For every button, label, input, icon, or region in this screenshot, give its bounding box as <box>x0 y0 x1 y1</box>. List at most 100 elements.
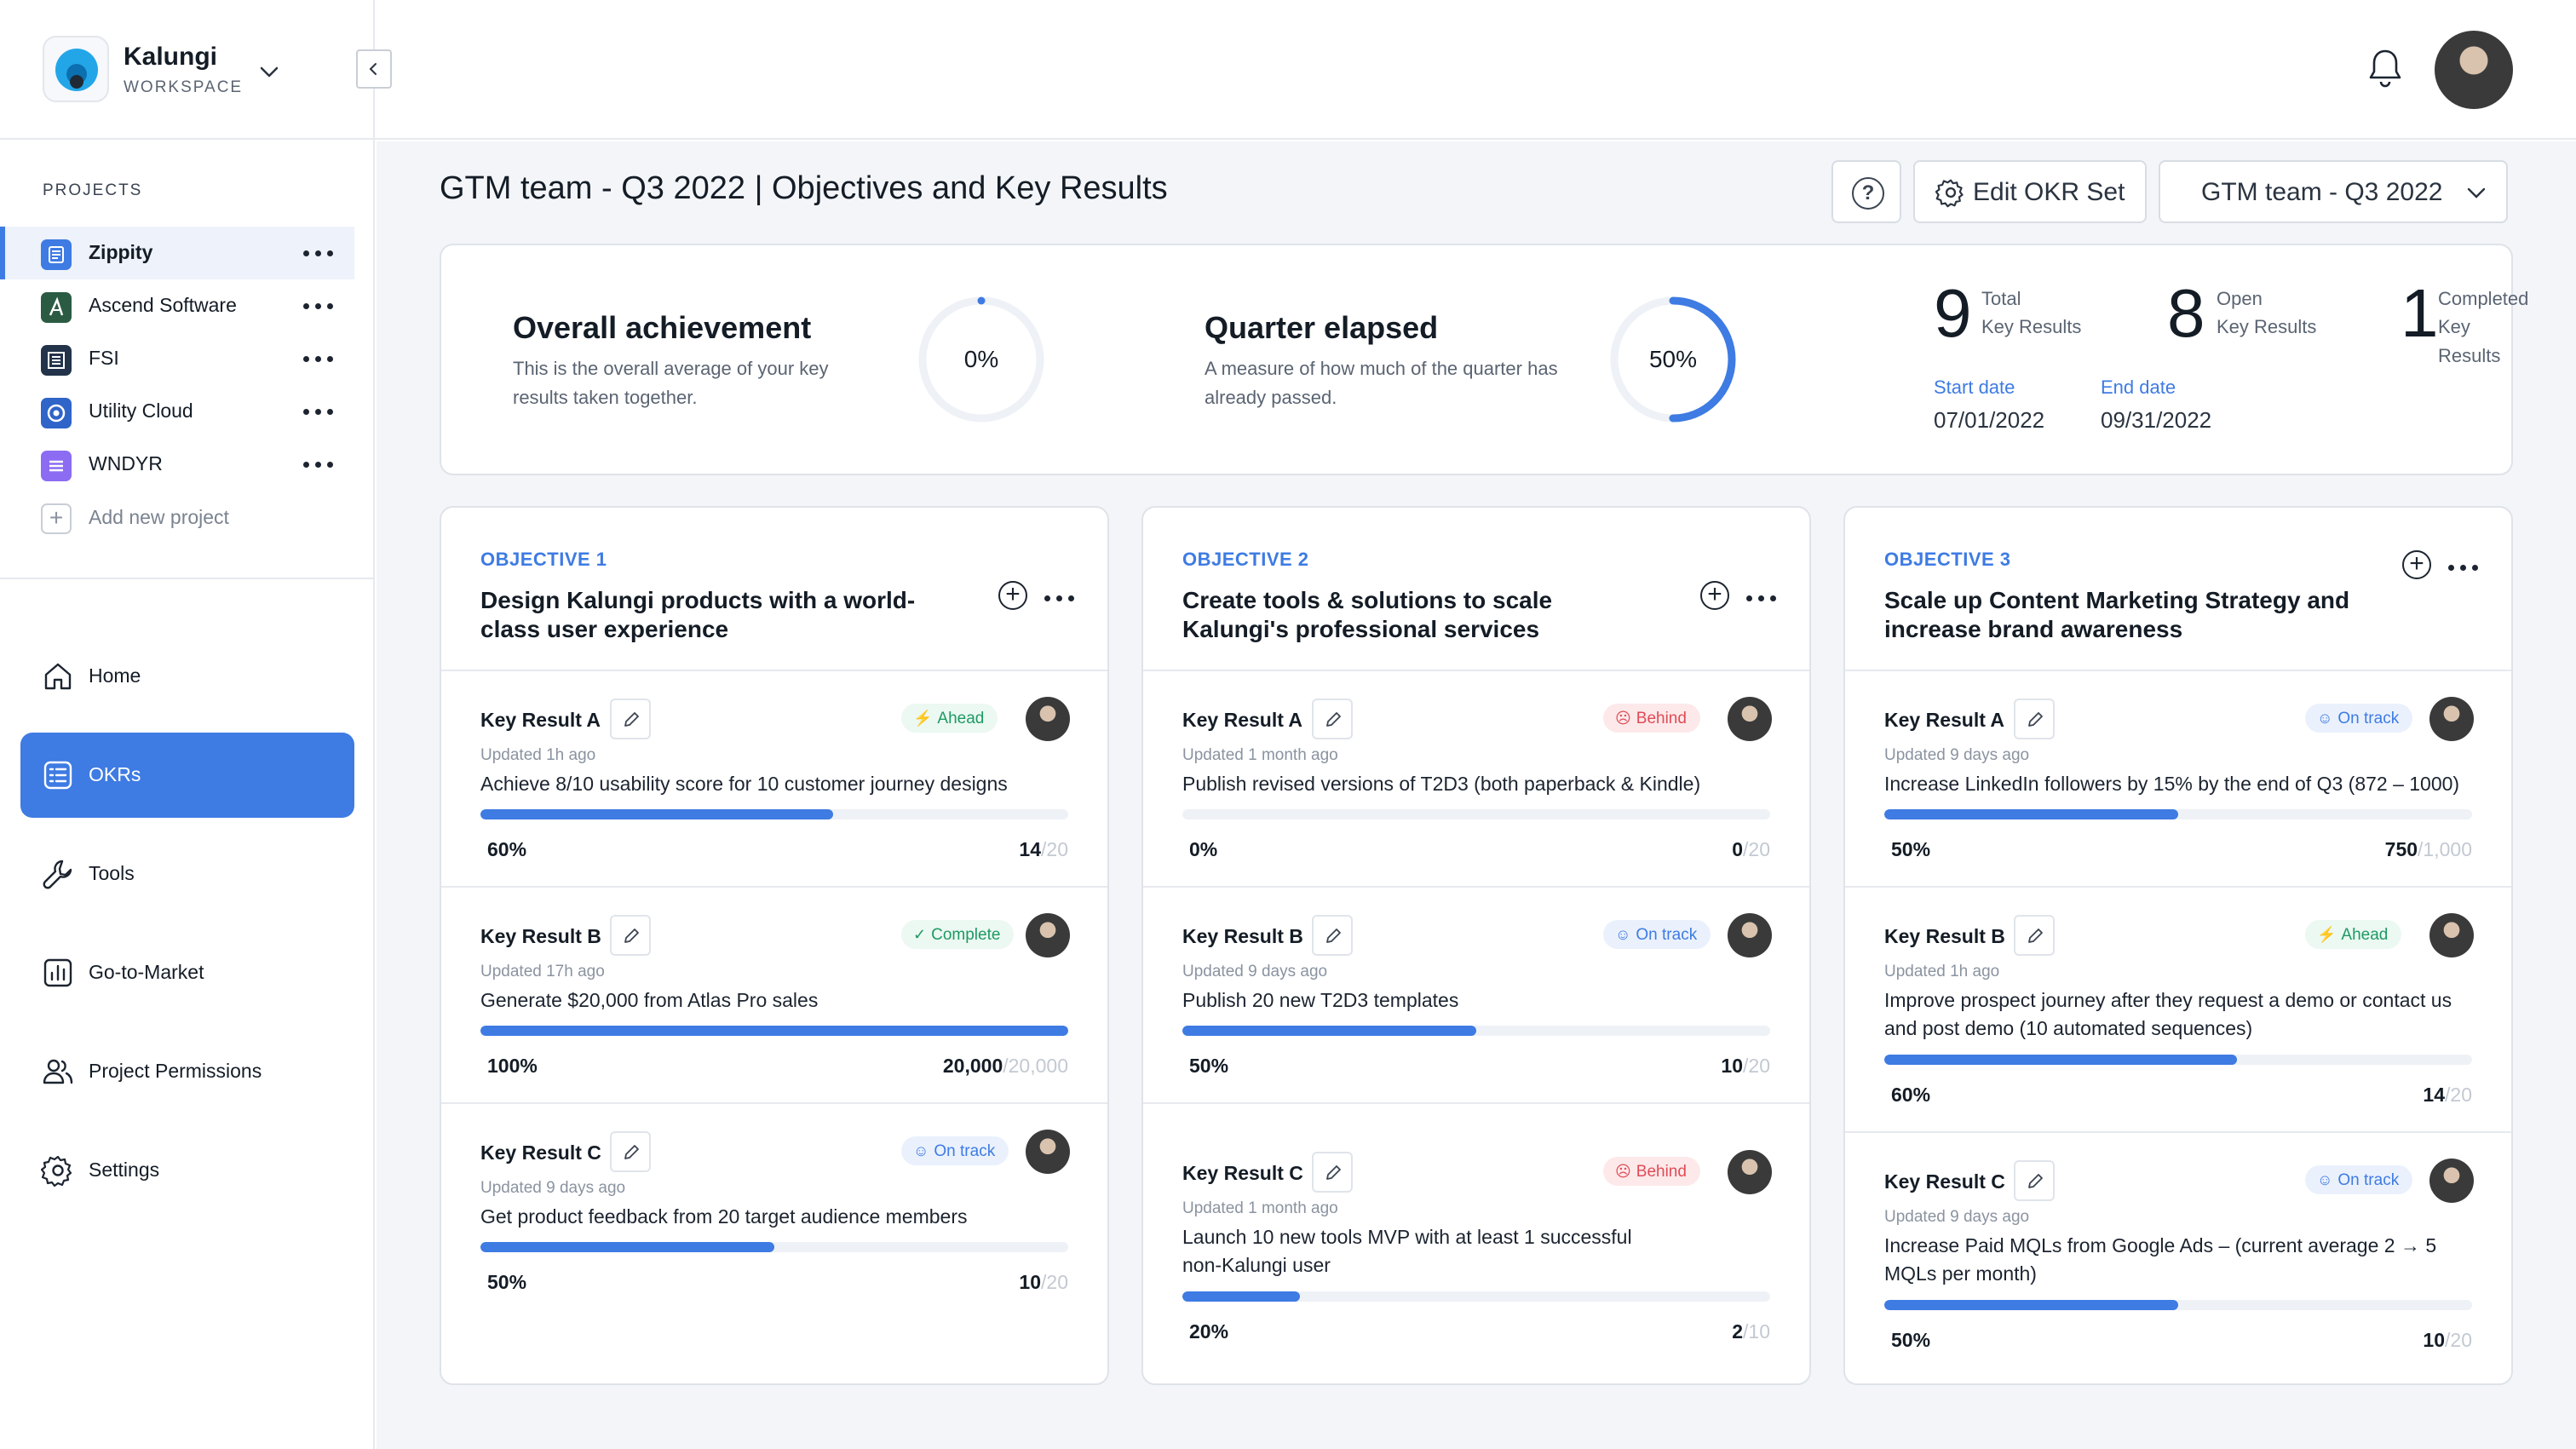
owner-avatar[interactable] <box>1728 697 1772 741</box>
project-item-zippity[interactable]: Zippity <box>0 227 354 279</box>
add-key-result-icon[interactable]: + <box>998 581 1027 610</box>
owner-avatar[interactable] <box>1026 913 1070 957</box>
key-result-desc: Get product feedback from 20 target audi… <box>480 1205 968 1228</box>
status-badge: ☺ On track <box>1603 920 1711 949</box>
key-result-desc: Increase LinkedIn followers by 15% by th… <box>1884 773 2460 795</box>
key-result-desc: Achieve 8/10 usability score for 10 cust… <box>480 773 1008 795</box>
objective-label: OBJECTIVE 1 <box>480 549 607 570</box>
key-result-row[interactable]: Key Result C ☺ On track Updated 9 days ag… <box>1845 1133 2511 1385</box>
edit-key-result-button[interactable] <box>610 915 651 956</box>
quarter-elapsed-title: Quarter elapsed <box>1205 310 1439 345</box>
key-result-updated: Updated 9 days ago <box>1884 746 2030 764</box>
owner-avatar[interactable] <box>2429 697 2474 741</box>
bell-icon[interactable] <box>2366 46 2404 90</box>
add-key-result-icon[interactable]: + <box>2402 550 2431 579</box>
owner-avatar[interactable] <box>1026 697 1070 741</box>
gear-icon <box>41 1155 72 1187</box>
smile-icon: ☺ <box>913 1142 929 1159</box>
okr-set-selector[interactable]: GTM team - Q3 2022 <box>2159 160 2508 223</box>
project-list: Zippity Ascend Software FSI Utility Clou… <box>0 227 375 543</box>
nav-item-project-permissions[interactable]: Project Permissions <box>20 1029 354 1114</box>
chevron-down-icon[interactable] <box>256 58 283 85</box>
edit-key-result-button[interactable] <box>1312 1152 1353 1193</box>
end-date-value: 09/31/2022 <box>2101 407 2212 433</box>
key-result-row[interactable]: Key Result B ⚡ Ahead Updated 1h ago Impro… <box>1845 888 2511 1130</box>
objective-label: OBJECTIVE 2 <box>1182 549 1309 570</box>
workspace-switcher[interactable]: Kalungi WORKSPACE <box>0 0 375 140</box>
pencil-icon <box>624 712 639 727</box>
collapse-sidebar-button[interactable] <box>356 49 392 89</box>
nav-label: Go-to-Market <box>89 961 204 983</box>
progress-percent: 60% <box>487 838 527 860</box>
owner-avatar[interactable] <box>2429 1159 2474 1203</box>
edit-okr-set-button[interactable]: Edit OKR Set <box>1913 160 2147 223</box>
owner-avatar[interactable] <box>1026 1130 1070 1174</box>
more-icon[interactable] <box>303 356 334 363</box>
progress-bar <box>480 809 1068 819</box>
nav-item-settings[interactable]: Settings <box>20 1128 354 1213</box>
project-label: WNDYR <box>89 452 163 474</box>
okr-summary-panel: Overall achievement This is the overall … <box>440 244 2528 475</box>
objective-label: OBJECTIVE 3 <box>1884 549 2011 570</box>
status-badge: ✓ Complete <box>901 920 1015 949</box>
more-icon[interactable] <box>303 303 334 310</box>
progress-bar <box>1884 809 2472 819</box>
elapsed-ring: 50% <box>1607 293 1739 426</box>
owner-avatar[interactable] <box>1728 1150 1772 1194</box>
frown-icon: ☹ <box>1615 710 1631 727</box>
nav-item-home[interactable]: Home <box>20 634 354 719</box>
key-result-row[interactable]: Key Result B ✓ Complete Updated 17h ago G… <box>441 888 1107 1102</box>
nav-item-okrs[interactable]: OKRs <box>20 733 354 818</box>
status-badge: ☺ On track <box>2305 1165 2413 1194</box>
more-icon[interactable] <box>303 409 334 416</box>
divider <box>0 578 375 579</box>
plus-icon: + <box>41 503 72 534</box>
start-date-label: Start date <box>1934 377 2015 398</box>
help-button[interactable]: ? <box>1831 160 1901 223</box>
home-icon <box>44 663 72 690</box>
edit-key-result-button[interactable] <box>1312 699 1353 739</box>
key-result-row[interactable]: Key Result A ☹ Behind Updated 1 month ago… <box>1143 671 1809 886</box>
key-result-name: Key Result A <box>1884 709 2005 731</box>
add-project-button[interactable]: + Add new project <box>0 491 375 543</box>
edit-key-result-button[interactable] <box>2014 699 2055 739</box>
key-result-row[interactable]: Key Result C ☺ On track Updated 9 days ag… <box>441 1104 1107 1319</box>
project-item-fsi[interactable]: FSI <box>0 332 375 385</box>
nav-item-tools[interactable]: Tools <box>20 831 354 917</box>
progress-percent: 20% <box>1189 1320 1229 1343</box>
owner-avatar[interactable] <box>1728 913 1772 957</box>
progress-bar <box>1182 1291 1770 1302</box>
objective-title: Create tools & solutions to scale Kalung… <box>1182 587 1553 642</box>
nav-item-go-to-market[interactable]: Go-to-Market <box>20 930 354 1015</box>
completed-key-results-count: 1 <box>2401 275 2439 351</box>
edit-key-result-button[interactable] <box>2014 915 2055 956</box>
more-icon[interactable] <box>1044 591 1075 607</box>
more-icon[interactable] <box>1746 591 1777 607</box>
objective-card: OBJECTIVE 1 Design Kalungi products with… <box>440 506 1109 1385</box>
key-result-row[interactable]: Key Result A ⚡ Ahead Updated 1h ago Achie… <box>441 671 1107 886</box>
edit-key-result-button[interactable] <box>610 699 651 739</box>
project-item-wndyr[interactable]: WNDYR <box>0 438 375 491</box>
owner-avatar[interactable] <box>2429 913 2474 957</box>
key-result-row[interactable]: Key Result C ☹ Behind Updated 1 month ago… <box>1143 1104 1809 1385</box>
edit-key-result-button[interactable] <box>1312 915 1353 956</box>
edit-key-result-button[interactable] <box>2014 1160 2055 1201</box>
more-icon[interactable] <box>2448 561 2479 576</box>
add-key-result-icon[interactable]: + <box>1700 581 1729 610</box>
status-badge: ☹ Behind <box>1603 704 1700 733</box>
workspace-name: Kalungi <box>124 43 217 71</box>
key-result-updated: Updated 1h ago <box>1884 963 2000 980</box>
project-item-utility-cloud[interactable]: Utility Cloud <box>0 385 375 438</box>
users-icon <box>43 1059 73 1084</box>
more-icon[interactable] <box>303 462 334 469</box>
user-avatar[interactable] <box>2435 31 2513 109</box>
edit-key-result-button[interactable] <box>610 1131 651 1172</box>
top-bar <box>375 0 2576 140</box>
key-result-row[interactable]: Key Result B ☺ On track Updated 9 days ag… <box>1143 888 1809 1102</box>
project-item-ascend-software[interactable]: Ascend Software <box>0 279 375 332</box>
more-icon[interactable] <box>303 250 334 257</box>
key-result-row[interactable]: Key Result A ☺ On track Updated 9 days ag… <box>1845 671 2511 886</box>
status-badge: ⚡ Ahead <box>2305 920 2402 949</box>
wrench-icon <box>43 860 72 889</box>
main-nav: Home OKRs Tools Go-to-Market Project Per… <box>20 634 354 1227</box>
